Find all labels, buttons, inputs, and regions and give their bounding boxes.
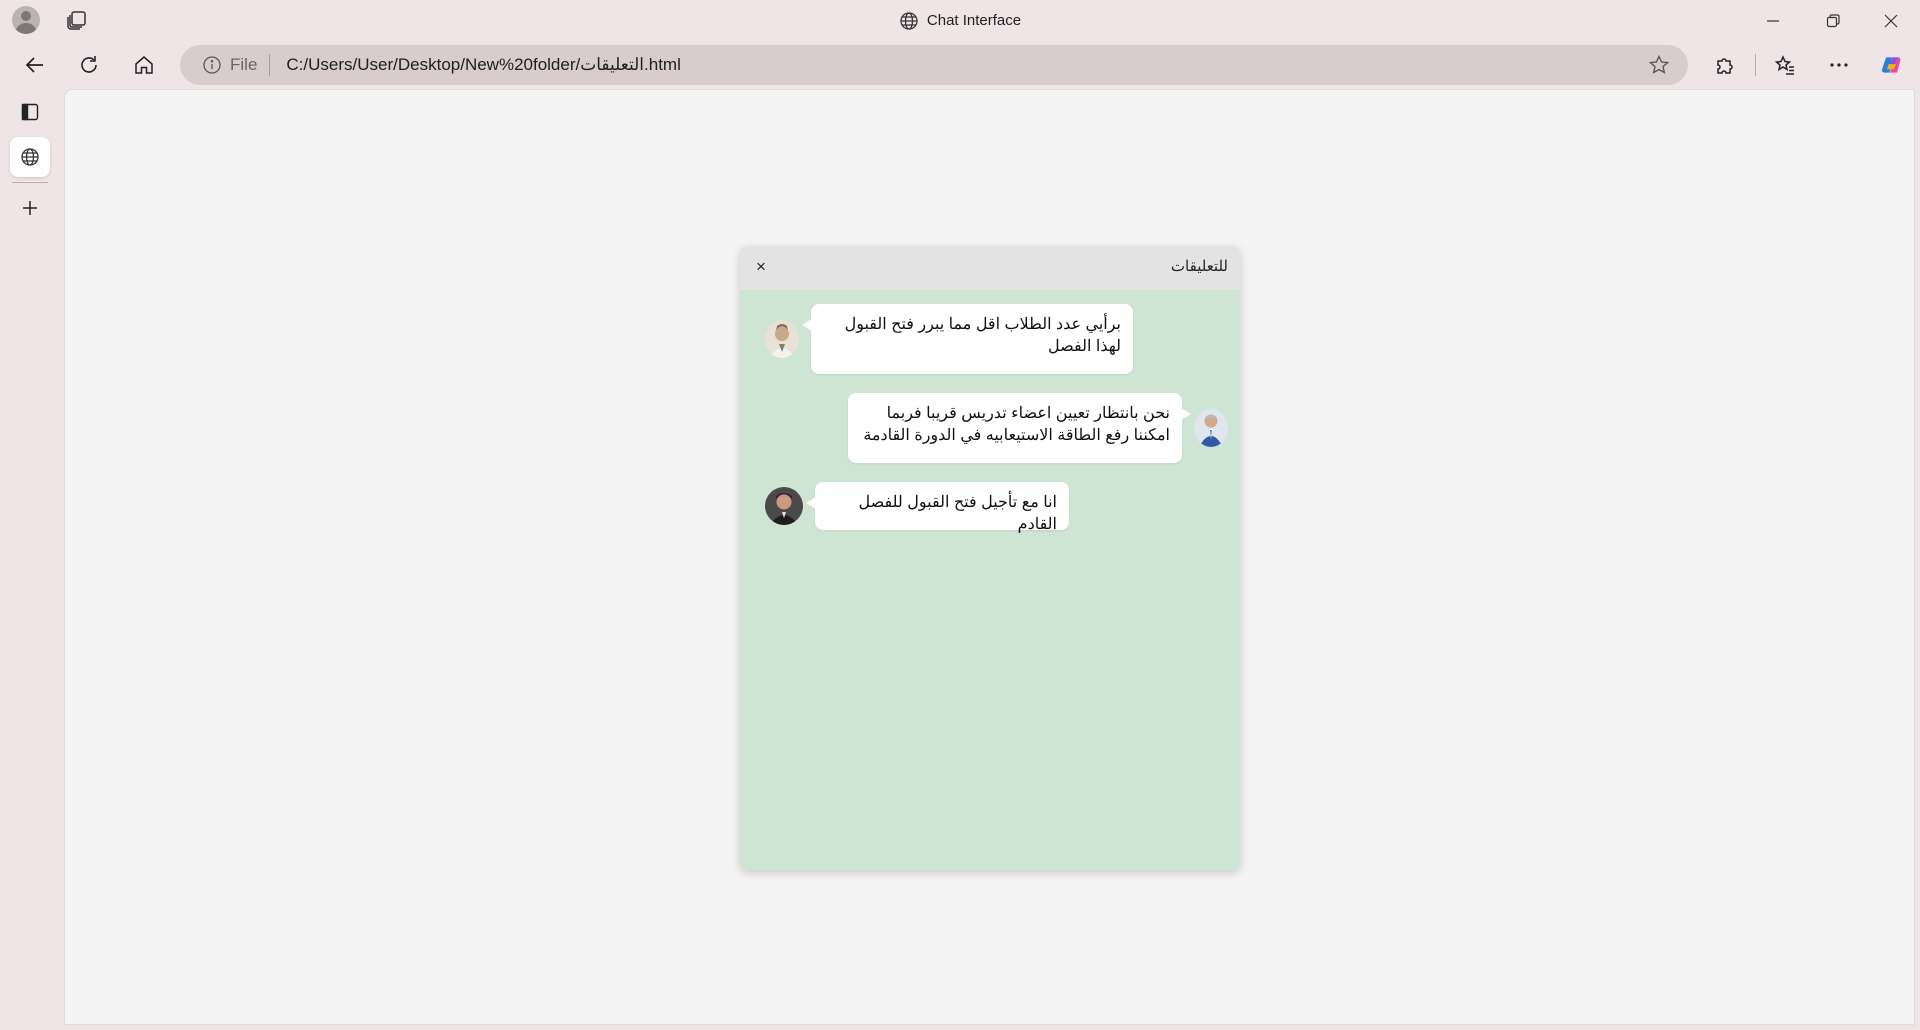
more-dots-icon: [1830, 63, 1848, 67]
back-arrow-icon: [25, 57, 43, 73]
sidebar-panel-icon: [21, 103, 39, 121]
window-title-text: Chat Interface: [926, 12, 1022, 29]
toolbar-divider: [1755, 54, 1756, 76]
chat-message: نحن بانتظار تعيين اعضاء تدريس قريبا فربم…: [848, 393, 1228, 463]
chat-panel: للتعليقات × برأيي عدد الطلاب اقل مما يبر…: [740, 246, 1240, 870]
rail-divider: [12, 182, 48, 183]
restore-icon: [1826, 13, 1840, 27]
user-avatar: [1194, 409, 1228, 447]
restore-button[interactable]: [1804, 0, 1862, 41]
message-text: نحن بانتظار تعيين اعضاء تدريس قريبا فربم…: [863, 405, 1170, 444]
user-avatar: [765, 320, 799, 358]
message-text: انا مع تأجيل فتح القبول للفصل القادم: [858, 494, 1057, 533]
globe-icon: [21, 148, 39, 166]
new-tab-button[interactable]: [10, 188, 50, 228]
vertical-tab-rail: [0, 89, 62, 1030]
message-text: برأيي عدد الطلاب اقل مما يبرر فتح القبول…: [844, 316, 1121, 355]
refresh-button[interactable]: [69, 45, 109, 85]
address-url[interactable]: C:/Users/User/Desktop/New%20folder/التعل…: [286, 55, 680, 75]
extensions-button[interactable]: [1705, 45, 1745, 85]
minimize-button[interactable]: [1744, 0, 1802, 41]
home-button[interactable]: [124, 45, 164, 85]
chat-message: انا مع تأجيل فتح القبول للفصل القادم: [765, 482, 1069, 533]
window-title: Chat Interface: [0, 0, 1920, 41]
user-avatar: [765, 487, 803, 525]
close-window-button[interactable]: [1862, 0, 1920, 41]
navigation-bar: File C:/Users/User/Desktop/New%20folder/…: [0, 41, 1920, 89]
back-button[interactable]: [15, 45, 55, 85]
address-bar[interactable]: File C:/Users/User/Desktop/New%20folder/…: [180, 45, 1688, 85]
chat-close-button[interactable]: ×: [752, 258, 770, 276]
plus-icon: [23, 201, 37, 215]
message-bubble: نحن بانتظار تعيين اعضاء تدريس قريبا فربم…: [848, 393, 1191, 463]
globe-icon: [900, 11, 918, 30]
favorite-star-icon[interactable]: [1648, 54, 1670, 76]
message-bubble: برأيي عدد الطلاب اقل مما يبرر فتح القبول…: [802, 304, 1133, 374]
info-icon[interactable]: [202, 55, 222, 75]
favorites-button[interactable]: [1765, 45, 1805, 85]
chat-header: للتعليقات ×: [740, 246, 1240, 290]
message-bubble: انا مع تأجيل فتح القبول للفصل القادم: [806, 482, 1069, 533]
active-tab[interactable]: [10, 137, 50, 177]
site-scheme-label: File: [230, 55, 258, 74]
title-bar: Chat Interface: [0, 0, 1920, 41]
refresh-icon: [81, 56, 97, 73]
favorites-list-icon: [1774, 55, 1794, 75]
close-icon: [1884, 14, 1898, 27]
home-icon: [135, 56, 153, 74]
tab-actions-icon[interactable]: [66, 9, 88, 31]
profile-avatar-icon[interactable]: [12, 6, 40, 34]
address-divider: [269, 54, 271, 76]
minimize-icon: [1767, 19, 1779, 22]
copilot-icon: [1881, 57, 1901, 73]
copilot-button[interactable]: [1872, 45, 1912, 85]
chat-title: للتعليقات: [1170, 258, 1228, 275]
more-options-button[interactable]: [1819, 45, 1859, 85]
tab-panel-button[interactable]: [10, 92, 50, 132]
puzzle-icon: [1717, 58, 1733, 74]
chat-message: برأيي عدد الطلاب اقل مما يبرر فتح القبول…: [765, 304, 1133, 374]
